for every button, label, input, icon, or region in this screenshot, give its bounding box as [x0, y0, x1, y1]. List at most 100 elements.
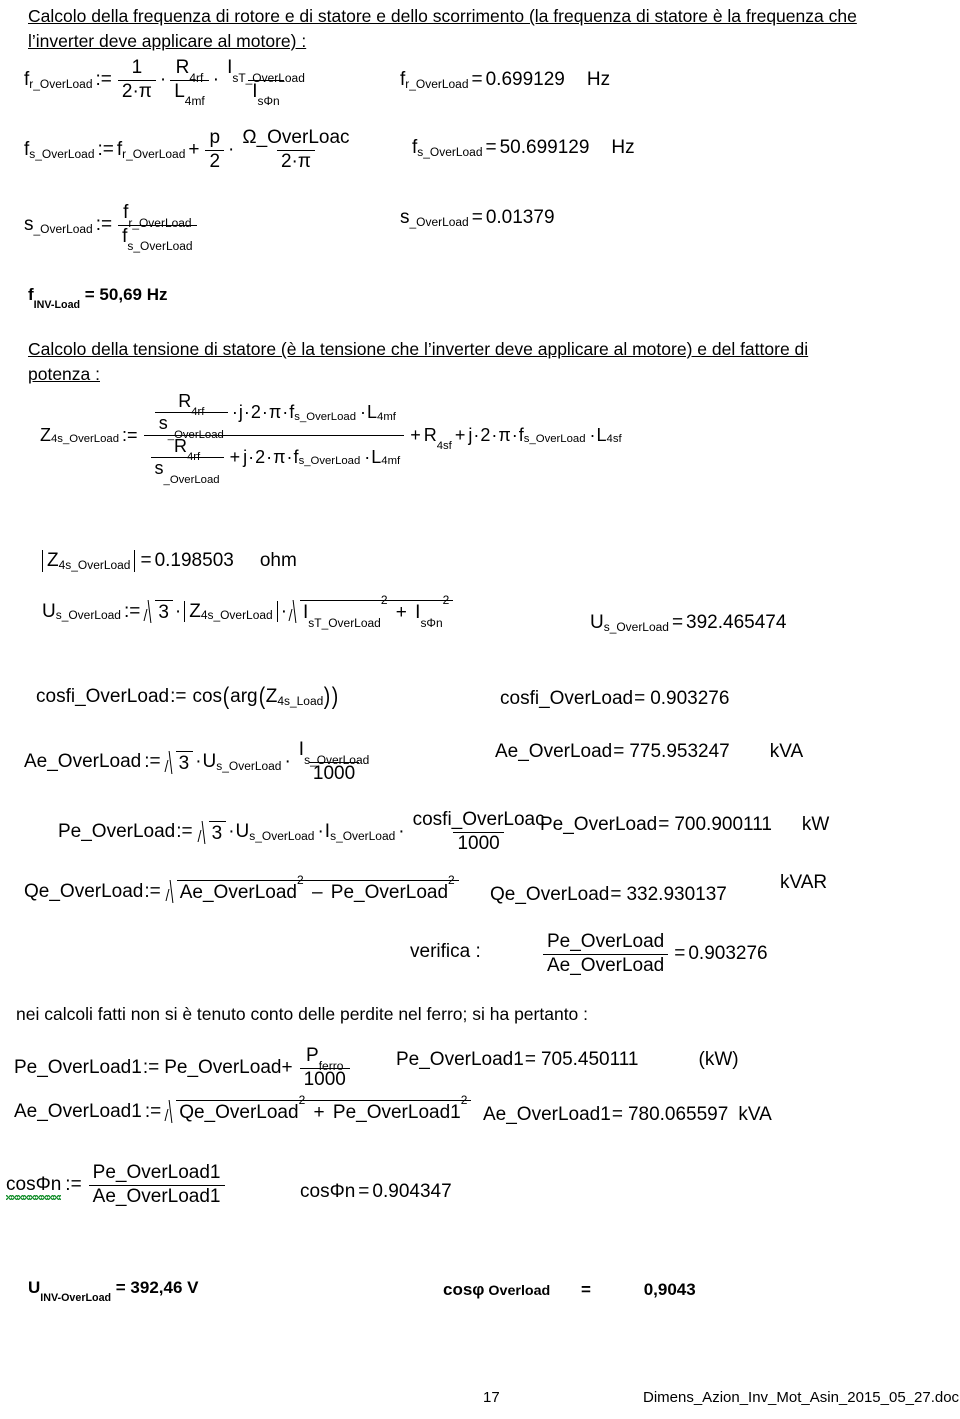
fraction-pferro-over-1000: Pferro 1000 — [299, 1045, 350, 1090]
equation-fs-overload: f s_OverLoad := f r_OverLoad + p 2 · Ω_Ove… — [24, 127, 357, 172]
result-value: 0.01379 — [485, 207, 555, 228]
assign-operator: := — [142, 1057, 160, 1079]
equation-cosfi-overload: cosfi_OverLoad := cos ( arg ( Z 4s_Load )… — [36, 683, 339, 710]
page-number: 17 — [483, 1389, 500, 1406]
result-value: 50.699129 — [499, 137, 590, 158]
unit: Hz — [611, 137, 635, 158]
section1-heading-line2: l’inverter deve applicare al motore) : — [28, 31, 307, 51]
equation-ae-overload: Ae_OverLoad := 3 · Us_OverLoad · Is_Over… — [24, 739, 376, 784]
equation-pe-overload1: Pe_OverLoad1 := Pe_OverLoad + Pferro 1000 — [14, 1045, 353, 1090]
fraction-p-over-2: p 2 — [205, 127, 225, 172]
section2-heading-line1: Calcolo della tensione di statore (è la … — [28, 339, 809, 359]
dot-operator: · — [228, 139, 235, 161]
equation-slip-overload: s _OverLoad := fr_OverLoad fs_OverLoad — [24, 202, 200, 252]
assign-operator: := — [122, 424, 138, 445]
result-value: 0.904347 — [372, 1181, 452, 1202]
radical-sign — [165, 1100, 176, 1123]
result-ae-overload1: Ae_OverLoad1 = 780.065597 kVA — [483, 1104, 772, 1125]
verifica-ratio: Pe_OverLoad Ae_OverLoad = 0.903276 — [540, 931, 768, 976]
fraction-r4rf-over-s-2: R4rf s_OverLoad — [150, 436, 224, 485]
plus-operator: + — [188, 139, 200, 161]
z-denominator: R4rf s_OverLoad + j · 2 · π · f s_OverLoad · L 4mf — [148, 436, 400, 485]
sqrt-3: 3 — [165, 750, 194, 774]
sqrt-sum-of-squares: IsT_OverLoad2 + IsΦn2 — [289, 594, 454, 629]
unit: kW — [801, 814, 830, 835]
verifica-label: verifica : — [410, 941, 481, 962]
unit-qe-overload: kVAR — [780, 873, 827, 893]
assign-operator: := — [144, 1100, 162, 1122]
equation-ae-overload1: Ae_OverLoad1 := Qe_OverLoad2 + Pe_OverLo… — [14, 1094, 472, 1123]
equation-pe-overload: Pe_OverLoad := 3 · Us_OverLoad · Is_Over… — [58, 809, 552, 854]
result-value: 332.930137 — [626, 884, 727, 905]
assign-operator: := — [95, 69, 112, 91]
section2-heading-line2: potenza : — [28, 364, 100, 384]
misspelled-term: cosΦn — [6, 1174, 62, 1200]
paren-close-inner: ) — [324, 683, 331, 710]
section2-heading: Calcolo della tensione di statore (è la … — [28, 337, 933, 387]
unit: ohm — [259, 550, 297, 571]
assign-operator: := — [144, 880, 161, 902]
r4sf-term: R4sf — [423, 424, 452, 453]
paren-open-inner: ( — [258, 683, 265, 710]
equation-qe-overload: Qe_OverLoad := Ae_OverLoad2 – Pe_OverLoa… — [24, 874, 460, 903]
z-numerator: R4rf s_OverLoad · j · 2 · π · f s_OverLoad · L 4mf — [152, 391, 396, 440]
fraction-z-main: R4rf s_OverLoad · j · 2 · π · f s_OverLoad · L 4mf … — [143, 391, 405, 485]
result-value: 392.465474 — [686, 612, 787, 633]
result-ae-overload: Ae_OverLoad = 775.953247 kVA — [495, 741, 804, 762]
fr-term: f r_OverLoad — [116, 139, 186, 161]
result-value: 0.198503 — [154, 550, 234, 571]
equation-fr-overload: f r_OverLoad := 1 2·π · R4rf L4mf · IsT_O… — [24, 57, 312, 109]
fraction-r4rf-l4mf: R4rf L4mf — [170, 57, 209, 107]
result-z4s-magnitude: Z 4s_OverLoad = 0.198503 ohm — [40, 550, 297, 572]
fraction-omega-over-2pi: Ω_OverLoac 2·π — [242, 127, 350, 172]
result-fr-overload: f r_OverLoad = 0.699129 Hz — [400, 69, 611, 91]
paren-close: ) — [332, 683, 339, 710]
section1-heading-line1: Calcolo della frequenza di rotore e di s… — [28, 6, 857, 26]
unit: Hz — [586, 69, 611, 90]
paren-open: ( — [222, 683, 230, 710]
z-lhs: Z 4s_OverLoad — [40, 424, 120, 445]
radical-sign — [144, 600, 155, 623]
fraction-is-over-1000: Is_OverLoad 1000 — [298, 739, 370, 784]
fraction-pe-over-ae: Pe_OverLoad Ae_OverLoad — [543, 931, 669, 976]
iron-loss-note: nei calcoli fatti non si è tenuto conto … — [16, 1004, 589, 1024]
summary-cosphi-overload: cosφ Overload = 0,9043 — [443, 1280, 696, 1299]
result-pe-overload: Pe_OverLoad = 700.900111 kW — [540, 814, 830, 835]
slip-lhs: s _OverLoad — [24, 214, 93, 236]
document-filename: Dimens_Azion_Inv_Mot_Asin_2015_05_27.doc — [643, 1389, 960, 1406]
result-qe-overload: Qe_OverLoad = 332.930137 — [490, 884, 727, 905]
fraction-one-over-two-pi: 1 2·π — [117, 57, 156, 102]
assign-operator: := — [176, 821, 193, 843]
dot-operator: · — [212, 69, 220, 91]
assign-operator: := — [170, 685, 187, 707]
sqrt-difference-of-squares: Ae_OverLoad2 – Pe_OverLoad2 — [166, 874, 459, 903]
fraction-ist-isphin: IsT_OverLoad IsΦn — [227, 57, 305, 109]
assign-operator: := — [123, 600, 141, 622]
result-us-overload: Us_OverLoad = 392.465474 — [590, 612, 787, 634]
result-slip-overload: s _OverLoad = 0.01379 — [400, 207, 555, 229]
unit: kVA — [738, 1104, 772, 1125]
unit: kVA — [769, 741, 804, 762]
assign-operator: := — [65, 1174, 82, 1196]
radical-sign — [166, 880, 177, 903]
assign-operator: := — [97, 139, 114, 161]
sqrt-3: 3 — [198, 820, 227, 844]
fraction-r4rf-over-s: R4rf s_OverLoad — [154, 391, 228, 440]
absolute-value-bars: Z 4s_OverLoad — [184, 600, 278, 623]
equation-us-overload: Us_OverLoad := 3 · Z 4s_OverLoad · IsT_Ov… — [42, 594, 454, 629]
summary-finv-load: fINV-Load = 50,69 Hz — [28, 285, 168, 311]
equation-cosphin: cosΦn := Pe_OverLoad1 Ae_OverLoad1 — [6, 1162, 228, 1207]
result-value: 705.450111 — [540, 1049, 639, 1070]
equation-z4s-overload: Z 4s_OverLoad := R4rf s_OverLoad · j · 2 · π · f… — [40, 391, 622, 486]
summary-uinv-overload: UINV-OverLoad = 392,46 V — [28, 1278, 199, 1304]
unit: kVAR — [780, 872, 828, 893]
result-value: 0.903276 — [688, 943, 768, 965]
fraction-cosfi-over-1000: cosfi_OverLoac 1000 — [412, 809, 545, 854]
fr-lhs: f r_OverLoad — [24, 69, 93, 91]
unit: (kW) — [698, 1049, 739, 1070]
document-page: Calcolo della frequenza di rotore e di s… — [0, 0, 960, 1419]
radical-sign — [289, 600, 300, 623]
result-value: 780.065597 — [627, 1104, 729, 1125]
fraction-pe1-over-ae1: Pe_OverLoad1 Ae_OverLoad1 — [88, 1162, 225, 1207]
fs-lhs: f s_OverLoad — [24, 139, 95, 161]
